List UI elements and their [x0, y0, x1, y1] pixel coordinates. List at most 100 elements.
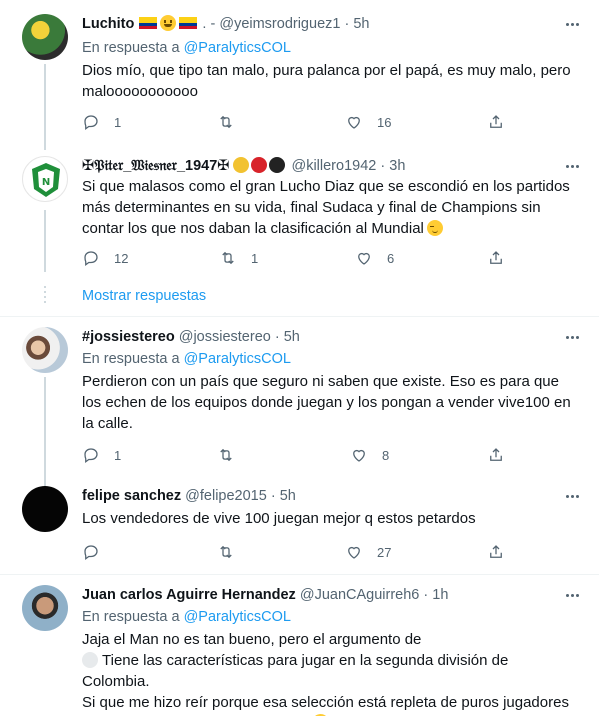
tweet-text: Los vendedores de vive 100 juegan mejor …: [82, 510, 476, 527]
retweet-button[interactable]: [217, 542, 249, 562]
retweet-icon: [222, 251, 234, 265]
author-name[interactable]: felipe sanchez: [82, 488, 181, 504]
retweet-button[interactable]: [217, 112, 249, 132]
yellow-circle-icon: [233, 157, 250, 173]
heart-icon: [353, 449, 365, 462]
tweet-juan-carlos[interactable]: Juan carlos Aguirre Hernandez @JuanCAgui…: [0, 575, 599, 716]
svg-text:N: N: [42, 177, 50, 188]
retweet-icon: [220, 448, 232, 462]
separator-dot: ·: [274, 329, 280, 345]
more-options-icon[interactable]: [561, 156, 583, 176]
reply-button[interactable]: 12: [82, 248, 128, 268]
reply-button[interactable]: 1: [82, 445, 121, 465]
retweet-icon: [220, 545, 232, 559]
tweet-text-line: Si que me hizo reír porque esa selección…: [82, 692, 579, 716]
tweet-actions: 12 1 6: [82, 248, 512, 268]
tweet-luchito[interactable]: Luchito . - @yeimsrodriguez1 · 5h En res…: [0, 0, 599, 148]
like-count: 27: [377, 544, 392, 560]
user-avatar-icon: [82, 652, 98, 668]
author-handle[interactable]: @killero1942: [291, 158, 376, 174]
like-button[interactable]: 8: [350, 445, 389, 465]
retweet-count: 1: [251, 250, 259, 266]
reply-count: 1: [114, 447, 122, 463]
author-name[interactable]: #jossiestereo: [82, 329, 175, 345]
tweet-header: Juan carlos Aguirre Hernandez @JuanCAgui…: [82, 585, 559, 605]
separator-dot: ·: [344, 16, 350, 32]
red-circle-icon: [251, 157, 268, 173]
avatar[interactable]: [22, 327, 68, 373]
retweet-button[interactable]: [217, 445, 249, 465]
reply-count: 12: [114, 250, 129, 266]
like-count: 8: [382, 447, 390, 463]
reply-button[interactable]: [82, 542, 114, 562]
avatar[interactable]: [22, 585, 68, 631]
tweet-actions: 1 8: [82, 445, 512, 465]
tweet-actions: 27: [82, 542, 512, 562]
like-count: 16: [377, 114, 392, 130]
author-name[interactable]: ✠𝔓𝔦𝔱𝔢𝔯_𝔚𝔦𝔢𝔰𝔫𝔢𝔯_1947✠: [82, 158, 229, 174]
show-replies-link[interactable]: Mostrar respuestas: [82, 286, 206, 306]
tweet-text-line: Tiene las características para jugar en …: [82, 652, 509, 690]
more-options-icon[interactable]: [561, 14, 583, 34]
tweet-actions: 1 16: [82, 112, 512, 132]
author-handle[interactable]: @felipe2015: [185, 488, 267, 504]
share-icon: [490, 545, 502, 558]
timestamp[interactable]: 3h: [389, 158, 405, 174]
tweet-text: Si que malasos como el gran Lucho Diaz q…: [82, 178, 570, 237]
reply-mention-link[interactable]: @ParalyticsCOL: [184, 40, 291, 56]
tweet-piter-wiesner[interactable]: N ✠𝔓𝔦𝔱𝔢𝔯_𝔚𝔦𝔢𝔰𝔫𝔢𝔯_1947✠ @killero1942 · 3h…: [0, 148, 599, 316]
tweet-text: Dios mío, que tipo tan malo, pura palanc…: [82, 62, 571, 100]
tweet-felipe-sanchez[interactable]: felipe sanchez @felipe2015 · 5h Los vend…: [0, 474, 599, 574]
author-name[interactable]: Juan carlos Aguirre Hernandez: [82, 587, 296, 603]
tweet-header: #jossiestereo @jossiestereo · 5h: [82, 327, 559, 347]
author-handle[interactable]: @JuanCAguirreh6: [300, 587, 420, 603]
thread-connector: [44, 377, 46, 487]
like-button[interactable]: 16: [345, 112, 391, 132]
author-name[interactable]: Luchito: [82, 16, 134, 32]
separator-dot: ·: [270, 488, 276, 504]
heart-icon: [348, 546, 360, 559]
reply-icon: [84, 251, 98, 267]
more-options-icon[interactable]: [561, 486, 583, 506]
colombia-flag-icon: [179, 17, 198, 29]
timestamp[interactable]: 5h: [284, 329, 300, 345]
share-button[interactable]: [487, 445, 505, 465]
reply-prefix: En respuesta a: [82, 609, 180, 625]
tweet-text: Jaja el Man no es tan bueno, pero el arg…: [82, 629, 579, 716]
tweet-header: felipe sanchez @felipe2015 · 5h: [82, 486, 559, 506]
share-button[interactable]: [487, 112, 505, 132]
retweet-icon: [220, 115, 232, 129]
smile-emoji-icon: [160, 15, 177, 31]
share-button[interactable]: [487, 542, 505, 562]
reply-mention-link[interactable]: @ParalyticsCOL: [184, 609, 291, 625]
avatar[interactable]: N: [22, 156, 68, 202]
timestamp[interactable]: 5h: [280, 488, 296, 504]
heart-icon: [348, 116, 360, 129]
share-icon: [490, 115, 502, 128]
more-options-icon[interactable]: [561, 585, 583, 605]
timestamp[interactable]: 1h: [432, 587, 448, 603]
tweet-jossiestereo[interactable]: #jossiestereo @jossiestereo · 5h En resp…: [0, 317, 599, 487]
timestamp[interactable]: 5h: [353, 16, 369, 32]
rofl-emoji-icon: [308, 710, 332, 716]
avatar[interactable]: [22, 486, 68, 532]
tweet-text: Perdieron con un país que seguro ni sabe…: [82, 373, 571, 432]
separator-dot: ·: [380, 158, 386, 174]
like-button[interactable]: 27: [345, 542, 391, 562]
reply-mention-link[interactable]: @ParalyticsCOL: [184, 351, 291, 367]
author-handle[interactable]: @jossiestereo: [179, 329, 271, 345]
reply-prefix: En respuesta a: [82, 40, 180, 56]
like-button[interactable]: 6: [355, 248, 394, 268]
author-handle[interactable]: @yeimsrodriguez1: [219, 16, 340, 32]
more-options-icon[interactable]: [561, 327, 583, 347]
avatar[interactable]: [22, 14, 68, 60]
reply-count: 1: [114, 114, 122, 130]
reply-button[interactable]: 1: [82, 112, 121, 132]
retweet-button[interactable]: 1: [219, 248, 258, 268]
heart-icon: [358, 252, 370, 265]
tweet-header: Luchito . - @yeimsrodriguez1 · 5h: [82, 15, 370, 32]
reply-context: En respuesta a @ParalyticsCOL: [82, 38, 291, 58]
share-button[interactable]: [487, 248, 505, 268]
separator-dot: ·: [423, 587, 429, 603]
reply-icon: [84, 448, 98, 464]
